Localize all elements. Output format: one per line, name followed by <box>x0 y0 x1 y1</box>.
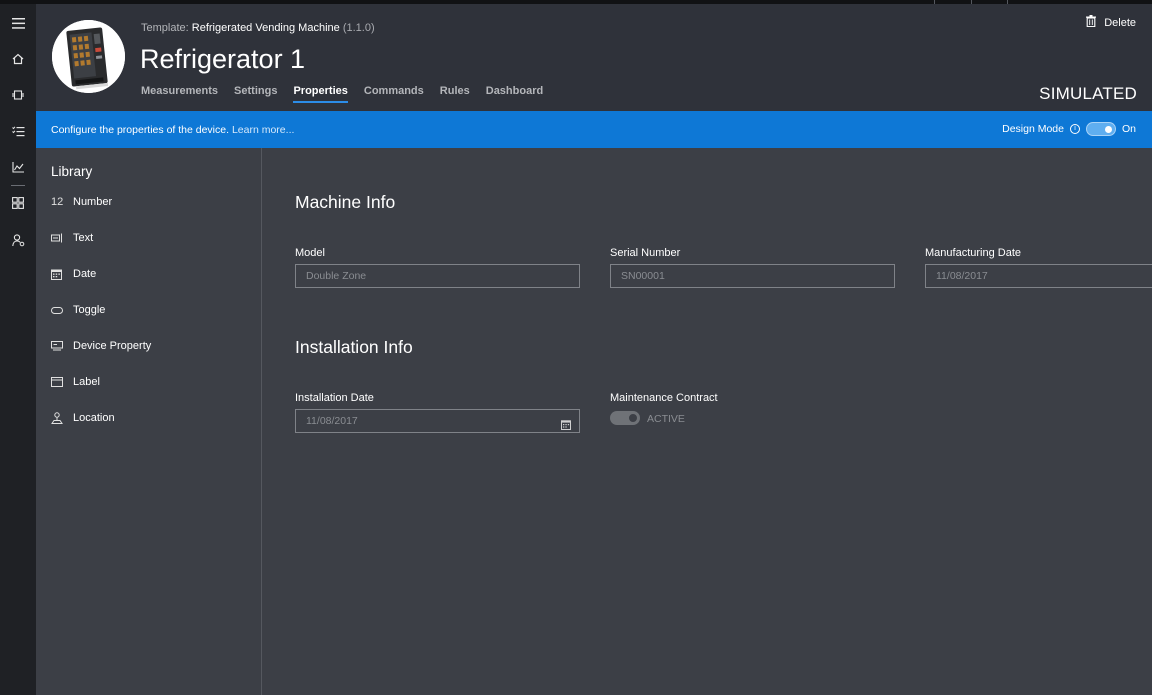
library-item-device-property[interactable]: Device Property <box>51 338 151 354</box>
banner-message: Configure the properties of the device. … <box>51 124 294 136</box>
device-title: Refrigerator 1 <box>140 44 306 74</box>
simulated-status: SIMULATED <box>1039 84 1137 103</box>
text-icon <box>51 231 73 245</box>
template-version: (1.1.0) <box>342 22 375 34</box>
library-item-toggle[interactable]: Toggle <box>51 302 105 318</box>
tab-rules[interactable]: Rules <box>440 85 470 103</box>
label-icon <box>51 375 73 389</box>
design-mode-banner: Configure the properties of the device. … <box>36 111 1152 148</box>
template-line: Template: Refrigerated Vending Machine (… <box>141 22 375 34</box>
toggle-knob <box>629 414 637 422</box>
template-key: Template: <box>141 22 189 34</box>
library-item-label: Toggle <box>73 304 106 316</box>
maintenance-contract-state: ACTIVE <box>647 413 685 425</box>
toggle-knob <box>1104 126 1112 133</box>
library-item-label-widget[interactable]: Label <box>51 374 100 390</box>
device-header: Template: Refrigerated Vending Machine (… <box>36 4 1152 111</box>
tab-properties[interactable]: Properties <box>293 85 349 103</box>
checklist-icon[interactable] <box>9 122 27 140</box>
maintenance-contract-label: Maintenance Contract <box>610 392 718 404</box>
number-icon: 12 <box>51 196 64 208</box>
hamburger-menu-icon[interactable] <box>9 14 27 32</box>
installation-info-title: Installation Info <box>295 337 413 357</box>
library-item-text[interactable]: Text <box>51 230 93 246</box>
manufacturing-date-label: Manufacturing Date <box>925 247 1021 259</box>
trash-icon <box>1086 15 1097 30</box>
library-item-label: Location <box>73 412 115 424</box>
delete-button[interactable]: Delete <box>1086 15 1136 30</box>
library-item-label: Date <box>73 268 97 280</box>
delete-label: Delete <box>1104 16 1136 29</box>
calendar-icon <box>51 267 73 281</box>
device-tabs: Measurements Settings Properties Command… <box>141 85 543 105</box>
info-icon[interactable]: i <box>1069 124 1080 134</box>
toggle-icon <box>51 303 73 317</box>
tab-commands[interactable]: Commands <box>364 85 424 103</box>
installation-date-label: Installation Date <box>295 392 374 404</box>
library-title: Library <box>51 164 93 179</box>
tab-settings[interactable]: Settings <box>234 85 277 103</box>
design-mode-label: Design Mode <box>1002 123 1064 135</box>
serial-number-label: Serial Number <box>610 247 681 259</box>
tab-dashboard[interactable]: Dashboard <box>486 85 543 103</box>
library-item-label: Device Property <box>73 340 152 352</box>
library-item-label: Label <box>73 376 100 388</box>
library-panel: Library 12 Number Text Date Toggle Devic… <box>36 148 262 695</box>
location-icon <box>51 411 73 425</box>
model-label: Model <box>295 247 325 259</box>
library-item-number[interactable]: 12 Number <box>51 194 112 210</box>
maintenance-contract-toggle[interactable] <box>610 411 640 425</box>
installation-date-field[interactable]: 11/08/2017 <box>295 409 580 433</box>
banner-text: Configure the properties of the device. <box>51 124 230 136</box>
library-item-label: Number <box>73 196 113 208</box>
serial-number-field[interactable]: SN00001 <box>610 264 895 288</box>
machine-info-title: Machine Info <box>295 192 396 212</box>
devices-icon[interactable] <box>9 86 27 104</box>
device-image-avatar <box>52 20 125 93</box>
device-property-icon <box>51 339 73 353</box>
design-mode-control: Design Mode i On <box>1002 122 1136 136</box>
rail-divider <box>11 185 25 186</box>
template-name: Refrigerated Vending Machine <box>191 22 340 34</box>
calendar-picker-icon[interactable] <box>561 417 571 435</box>
installation-date-value: 11/08/2017 <box>306 415 358 427</box>
library-item-location[interactable]: Location <box>51 410 115 426</box>
library-item-date[interactable]: Date <box>51 266 96 282</box>
home-icon[interactable] <box>9 50 27 68</box>
left-nav-rail <box>0 4 36 695</box>
design-mode-state: On <box>1121 123 1136 135</box>
dashboard-grid-icon[interactable] <box>9 194 27 212</box>
analytics-icon[interactable] <box>9 158 27 176</box>
manufacturing-date-field[interactable]: 11/08/2017 <box>925 264 1152 288</box>
library-item-label: Text <box>73 232 94 244</box>
design-mode-toggle[interactable] <box>1085 122 1116 136</box>
learn-more-link[interactable]: Learn more... <box>232 124 294 136</box>
user-settings-icon[interactable] <box>9 231 27 249</box>
tab-measurements[interactable]: Measurements <box>141 85 218 103</box>
vending-machine-icon <box>52 20 125 93</box>
model-field[interactable]: Double Zone <box>295 264 580 288</box>
